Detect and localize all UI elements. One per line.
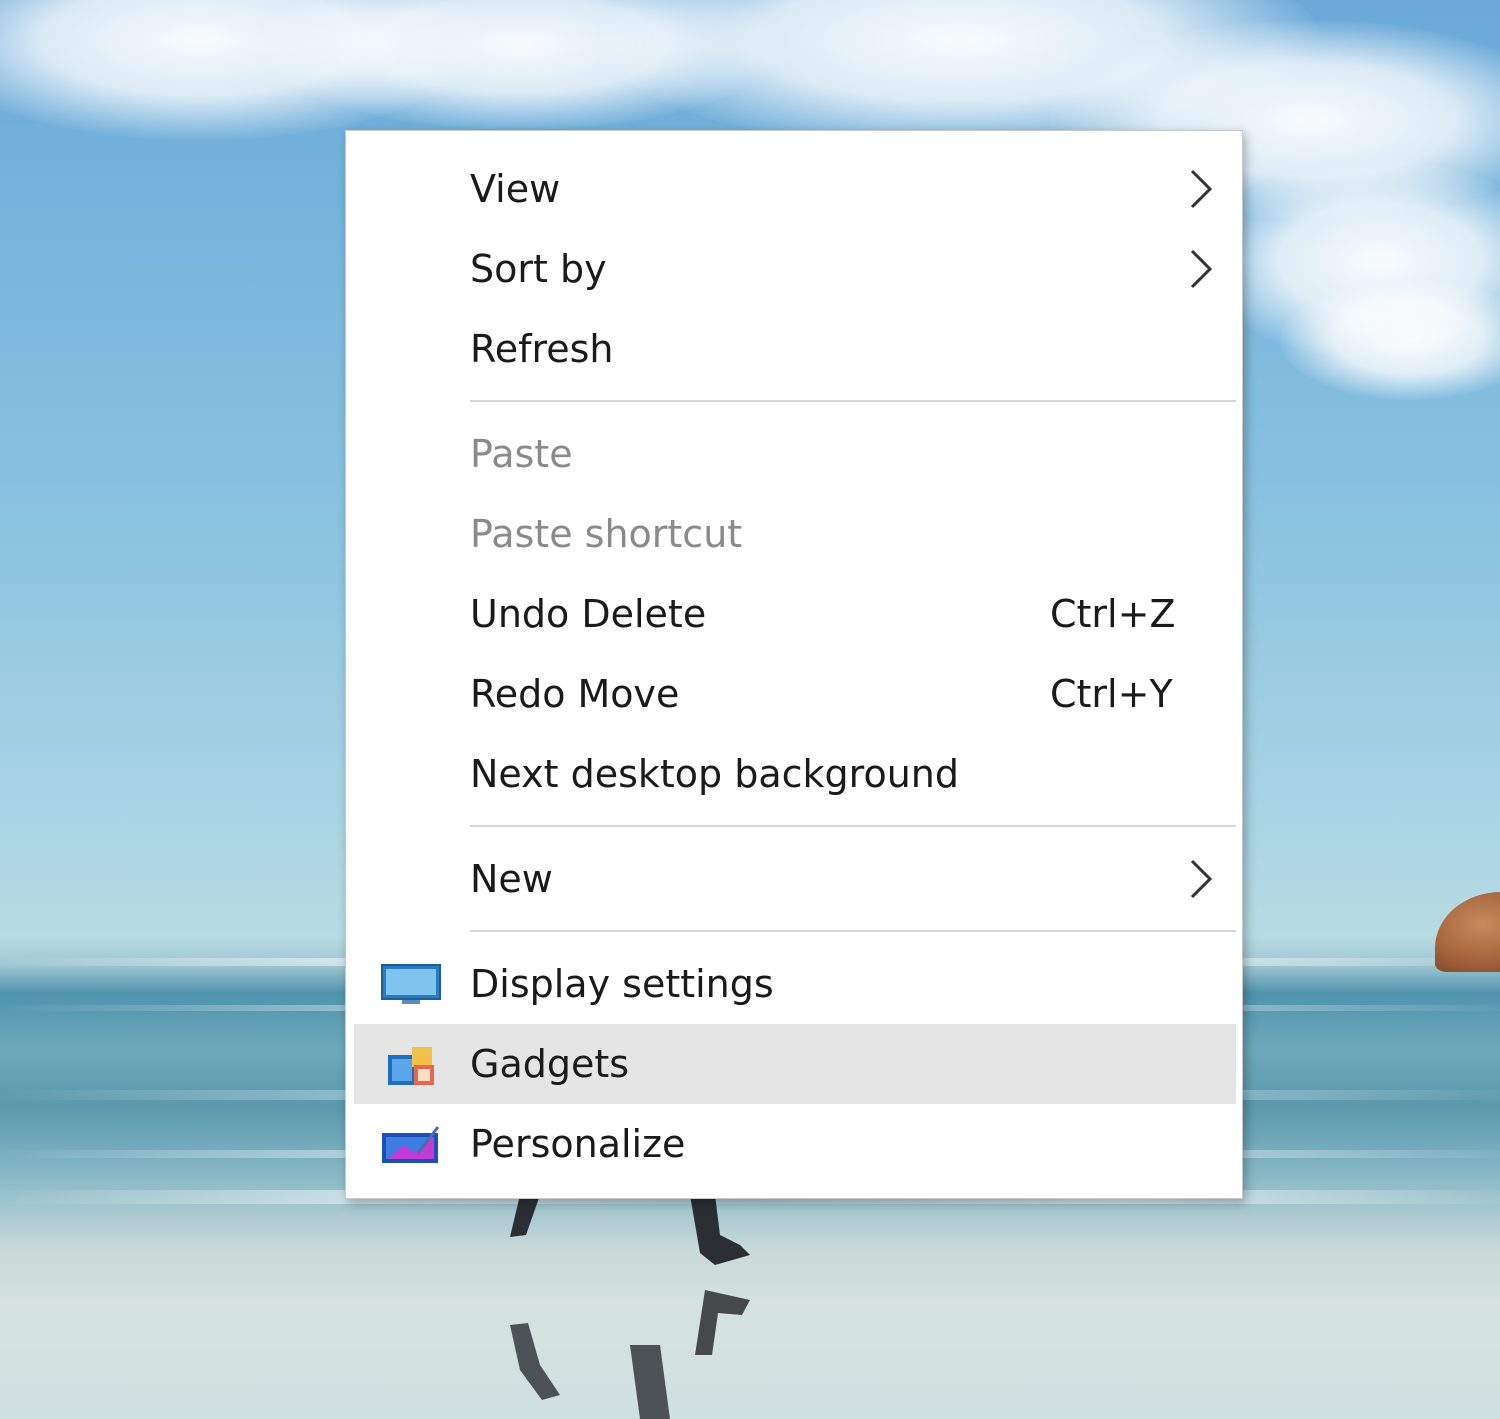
menu-item-sort-by[interactable]: Sort by xyxy=(354,229,1236,309)
menu-item-new[interactable]: New xyxy=(354,839,1236,919)
menu-item-label: Next desktop background xyxy=(470,752,960,796)
desktop-wallpaper[interactable]: View Sort by Refresh Paste Paste shortcu… xyxy=(0,0,1500,1419)
menu-separator xyxy=(470,825,1236,827)
personalize-icon xyxy=(382,1126,440,1163)
menu-item-label: Sort by xyxy=(470,247,607,291)
menu-item-label: Paste shortcut xyxy=(470,512,743,556)
menu-item-label: View xyxy=(470,167,561,211)
display-settings-icon xyxy=(381,964,441,1004)
menu-separator xyxy=(470,930,1236,932)
menu-item-label: Redo Move xyxy=(470,672,680,716)
wallpaper-rock xyxy=(1435,892,1500,972)
menu-item-display-settings[interactable]: Display settings xyxy=(354,944,1236,1024)
menu-item-paste-shortcut[interactable]: Paste shortcut xyxy=(354,494,1236,574)
menu-item-shortcut: Ctrl+Y xyxy=(1050,672,1173,716)
gadgets-icon xyxy=(388,1047,434,1085)
menu-item-shortcut: Ctrl+Z xyxy=(1050,592,1176,636)
menu-item-label: Display settings xyxy=(470,962,774,1006)
chevron-right-icon xyxy=(1190,169,1213,209)
menu-item-label: Paste xyxy=(470,432,573,476)
menu-item-next-desktop-background[interactable]: Next desktop background xyxy=(354,734,1236,814)
chevron-right-icon xyxy=(1190,249,1213,289)
menu-item-label: Gadgets xyxy=(470,1042,630,1086)
menu-item-view[interactable]: View xyxy=(354,149,1236,229)
menu-item-undo-delete[interactable]: Undo Delete Ctrl+Z xyxy=(354,574,1236,654)
wallpaper-runner xyxy=(510,1195,750,1419)
menu-item-label: Refresh xyxy=(470,327,614,371)
menu-separator xyxy=(470,400,1236,402)
menu-item-personalize[interactable]: Personalize xyxy=(354,1104,1236,1184)
menu-item-redo-move[interactable]: Redo Move Ctrl+Y xyxy=(354,654,1236,734)
menu-item-label: New xyxy=(470,857,553,901)
menu-item-refresh[interactable]: Refresh xyxy=(354,309,1236,389)
chevron-right-icon xyxy=(1190,859,1213,899)
menu-item-label: Personalize xyxy=(470,1122,686,1166)
desktop-context-menu: View Sort by Refresh Paste Paste shortcu… xyxy=(345,130,1243,1199)
menu-item-gadgets[interactable]: Gadgets xyxy=(354,1024,1236,1104)
menu-item-label: Undo Delete xyxy=(470,592,707,636)
menu-item-paste[interactable]: Paste xyxy=(354,414,1236,494)
